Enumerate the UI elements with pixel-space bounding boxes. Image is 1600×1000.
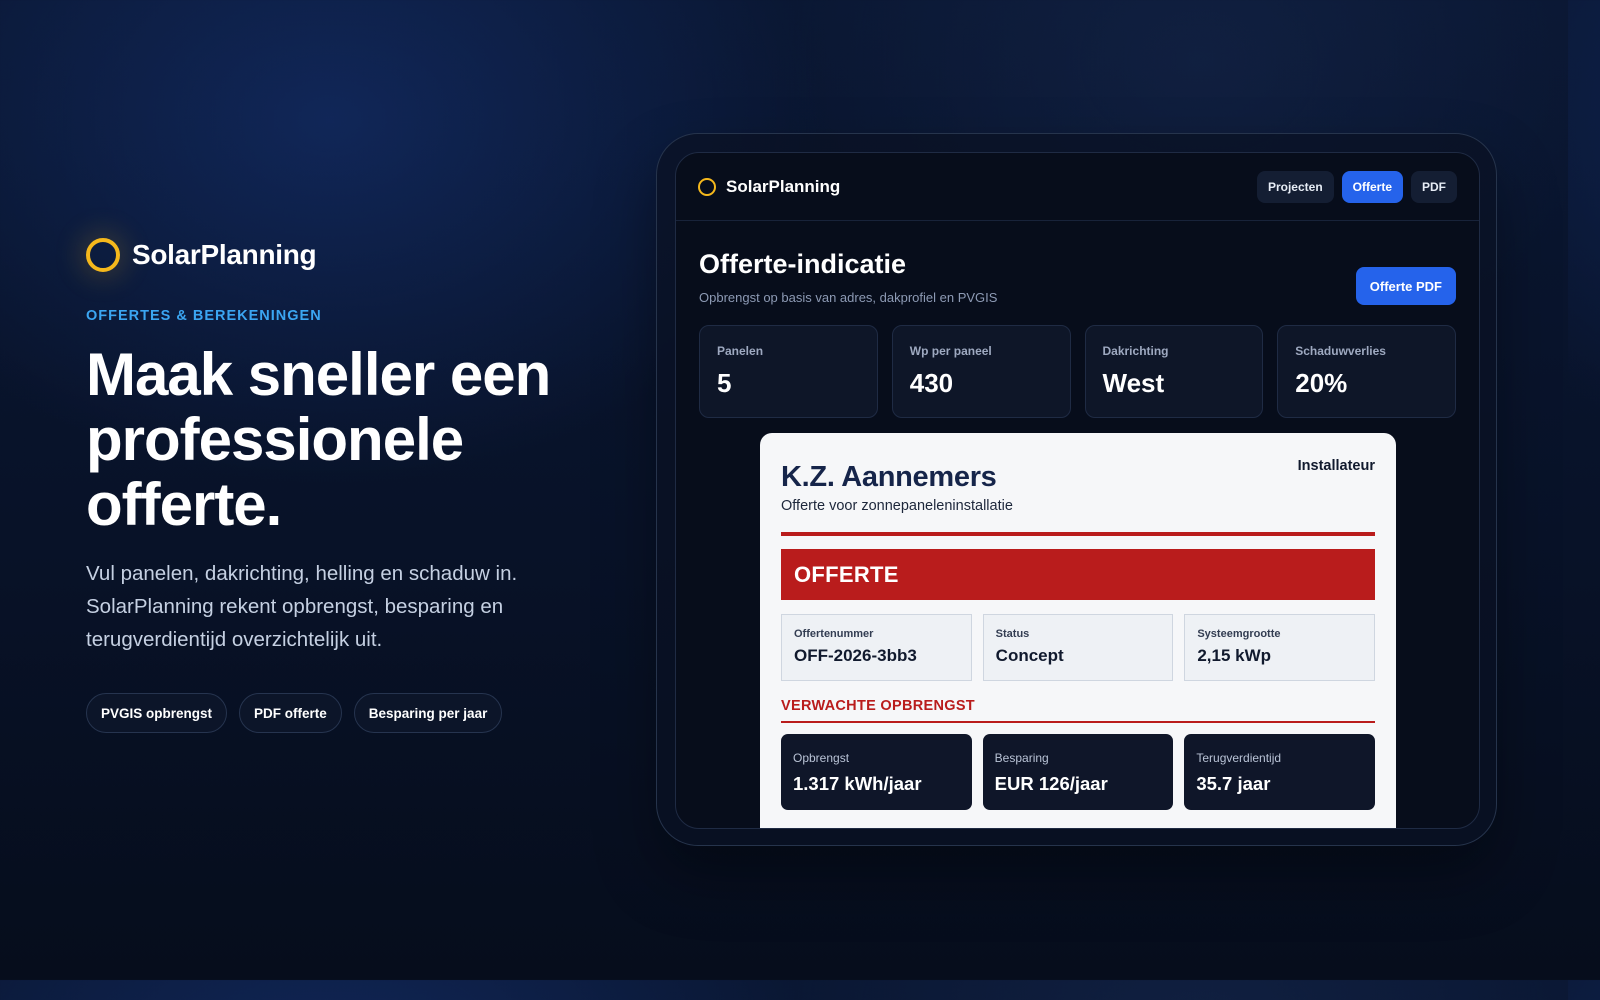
- stat-value: 20%: [1295, 368, 1348, 398]
- nav-pdf[interactable]: PDF: [1411, 170, 1457, 203]
- result-value: EUR 126/jaar: [994, 773, 1108, 794]
- meta-value: Concept: [995, 646, 1064, 665]
- result-value: 1.317 kWh/jaar: [793, 773, 922, 794]
- hero-lede: Vul panelen, dakrichting, helling en sch…: [86, 557, 556, 656]
- page-subtitle: Opbrengst op basis van adres, dakprofiel…: [699, 290, 998, 305]
- offerte-pdf-button[interactable]: Offerte PDF: [1355, 267, 1456, 305]
- sun-ring-icon: [86, 238, 120, 272]
- feature-chips: PVGIS opbrengst PDF offerte Besparing pe…: [86, 693, 626, 733]
- title-row: Offerte-indicatie Opbrengst op basis van…: [699, 221, 1456, 325]
- stat-value: 5: [717, 368, 732, 398]
- stat-label: Schaduwverlies: [1295, 344, 1386, 358]
- result-label: Opbrengst: [793, 751, 850, 765]
- sun-ring-icon: [698, 177, 716, 196]
- chip-besparing-per-jaar[interactable]: Besparing per jaar: [353, 693, 503, 733]
- lede-line: terugverdientijd overzichtelijk uit.: [86, 628, 383, 651]
- lede-line: SolarPlanning rekent opbrengst, besparin…: [86, 595, 504, 618]
- meta-offertenummer: Offertenummer OFF-2026-3bb3: [781, 614, 972, 681]
- result-opbrengst: Opbrengst 1.317 kWh/jaar: [781, 734, 972, 810]
- chip-pvgis-opbrengst[interactable]: PVGIS opbrengst: [86, 693, 228, 733]
- hero-brand[interactable]: SolarPlanning: [86, 238, 626, 272]
- installer-label: Installateur: [1297, 458, 1375, 474]
- result-value: 35.7 jaar: [1196, 773, 1271, 794]
- results-row: Opbrengst 1.317 kWh/jaar Besparing EUR 1…: [781, 734, 1376, 810]
- quote-meta-row: Offertenummer OFF-2026-3bb3 Status Conce…: [781, 614, 1376, 681]
- meta-status: Status Concept: [982, 614, 1174, 681]
- stat-value: 430: [909, 368, 954, 398]
- result-label: Terugverdientijd: [1196, 751, 1282, 765]
- stat-label: Wp per paneel: [909, 344, 992, 358]
- offerte-banner: OFFERTE: [781, 549, 1375, 600]
- headline-line: offerte.: [86, 471, 282, 538]
- device-frame: SolarPlanning Projecten Offerte PDF Offe…: [656, 133, 1497, 846]
- stat-label: Dakrichting: [1102, 344, 1169, 358]
- hero-headline: Maak sneller een professionele offerte.: [86, 342, 626, 537]
- stat-value: West: [1102, 368, 1165, 398]
- app-brand-name: SolarPlanning: [726, 176, 841, 196]
- divider: [781, 721, 1375, 723]
- app-header: SolarPlanning Projecten Offerte PDF: [676, 153, 1479, 221]
- chip-pdf-offerte[interactable]: PDF offerte: [239, 693, 342, 733]
- lede-line: Vul panelen, dakrichting, helling en sch…: [86, 562, 518, 585]
- meta-label: Systeemgrootte: [1197, 628, 1281, 640]
- stat-card-schaduwverlies: Schaduwverlies 20%: [1277, 325, 1456, 418]
- nav-offerte[interactable]: Offerte: [1341, 170, 1403, 203]
- stat-card-dakrichting: Dakrichting West: [1084, 325, 1264, 418]
- result-besparing: Besparing EUR 126/jaar: [982, 734, 1174, 810]
- hero-brand-name: SolarPlanning: [132, 239, 317, 270]
- stat-label: Panelen: [717, 344, 764, 358]
- stat-card-wp-per-paneel: Wp per paneel 430: [891, 325, 1071, 418]
- hero-eyebrow: OFFERTES & BEREKENINGEN: [86, 308, 322, 324]
- quote-document-preview[interactable]: Installateur K.Z. Aannemers Offerte voor…: [760, 433, 1396, 828]
- result-terugverdientijd: Terugverdientijd 35.7 jaar: [1184, 734, 1376, 810]
- divider: [781, 532, 1375, 536]
- section-title: VERWACHTE OPBRENGST: [781, 698, 975, 714]
- meta-label: Offertenummer: [794, 628, 874, 640]
- page-title: Offerte-indicatie: [699, 249, 907, 279]
- quote-subtitle: Offerte voor zonnepaneleninstallatie: [781, 498, 1013, 514]
- headline-line: professionele: [86, 406, 464, 473]
- meta-label: Status: [995, 628, 1030, 640]
- result-label: Besparing: [994, 751, 1049, 765]
- meta-systeemgrootte: Systeemgrootte 2,15 kWp: [1184, 614, 1376, 681]
- app-content: Offerte-indicatie Opbrengst op basis van…: [676, 221, 1479, 418]
- meta-value: 2,15 kWp: [1197, 646, 1272, 665]
- stat-card-panelen: Panelen 5: [699, 325, 878, 418]
- app-nav: Projecten Offerte PDF: [1256, 170, 1457, 203]
- nav-projecten[interactable]: Projecten: [1256, 170, 1334, 203]
- hero-section: SolarPlanning OFFERTES & BEREKENINGEN Ma…: [86, 238, 626, 733]
- stats-row: Panelen 5 Wp per paneel 430 Dakrichting …: [699, 325, 1456, 418]
- meta-value: OFF-2026-3bb3: [794, 646, 917, 665]
- app-brand[interactable]: SolarPlanning: [698, 177, 840, 197]
- company-name: K.Z. Aannemers: [781, 461, 997, 493]
- app-screen: SolarPlanning Projecten Offerte PDF Offe…: [675, 152, 1480, 829]
- headline-line: Maak sneller een: [86, 341, 551, 408]
